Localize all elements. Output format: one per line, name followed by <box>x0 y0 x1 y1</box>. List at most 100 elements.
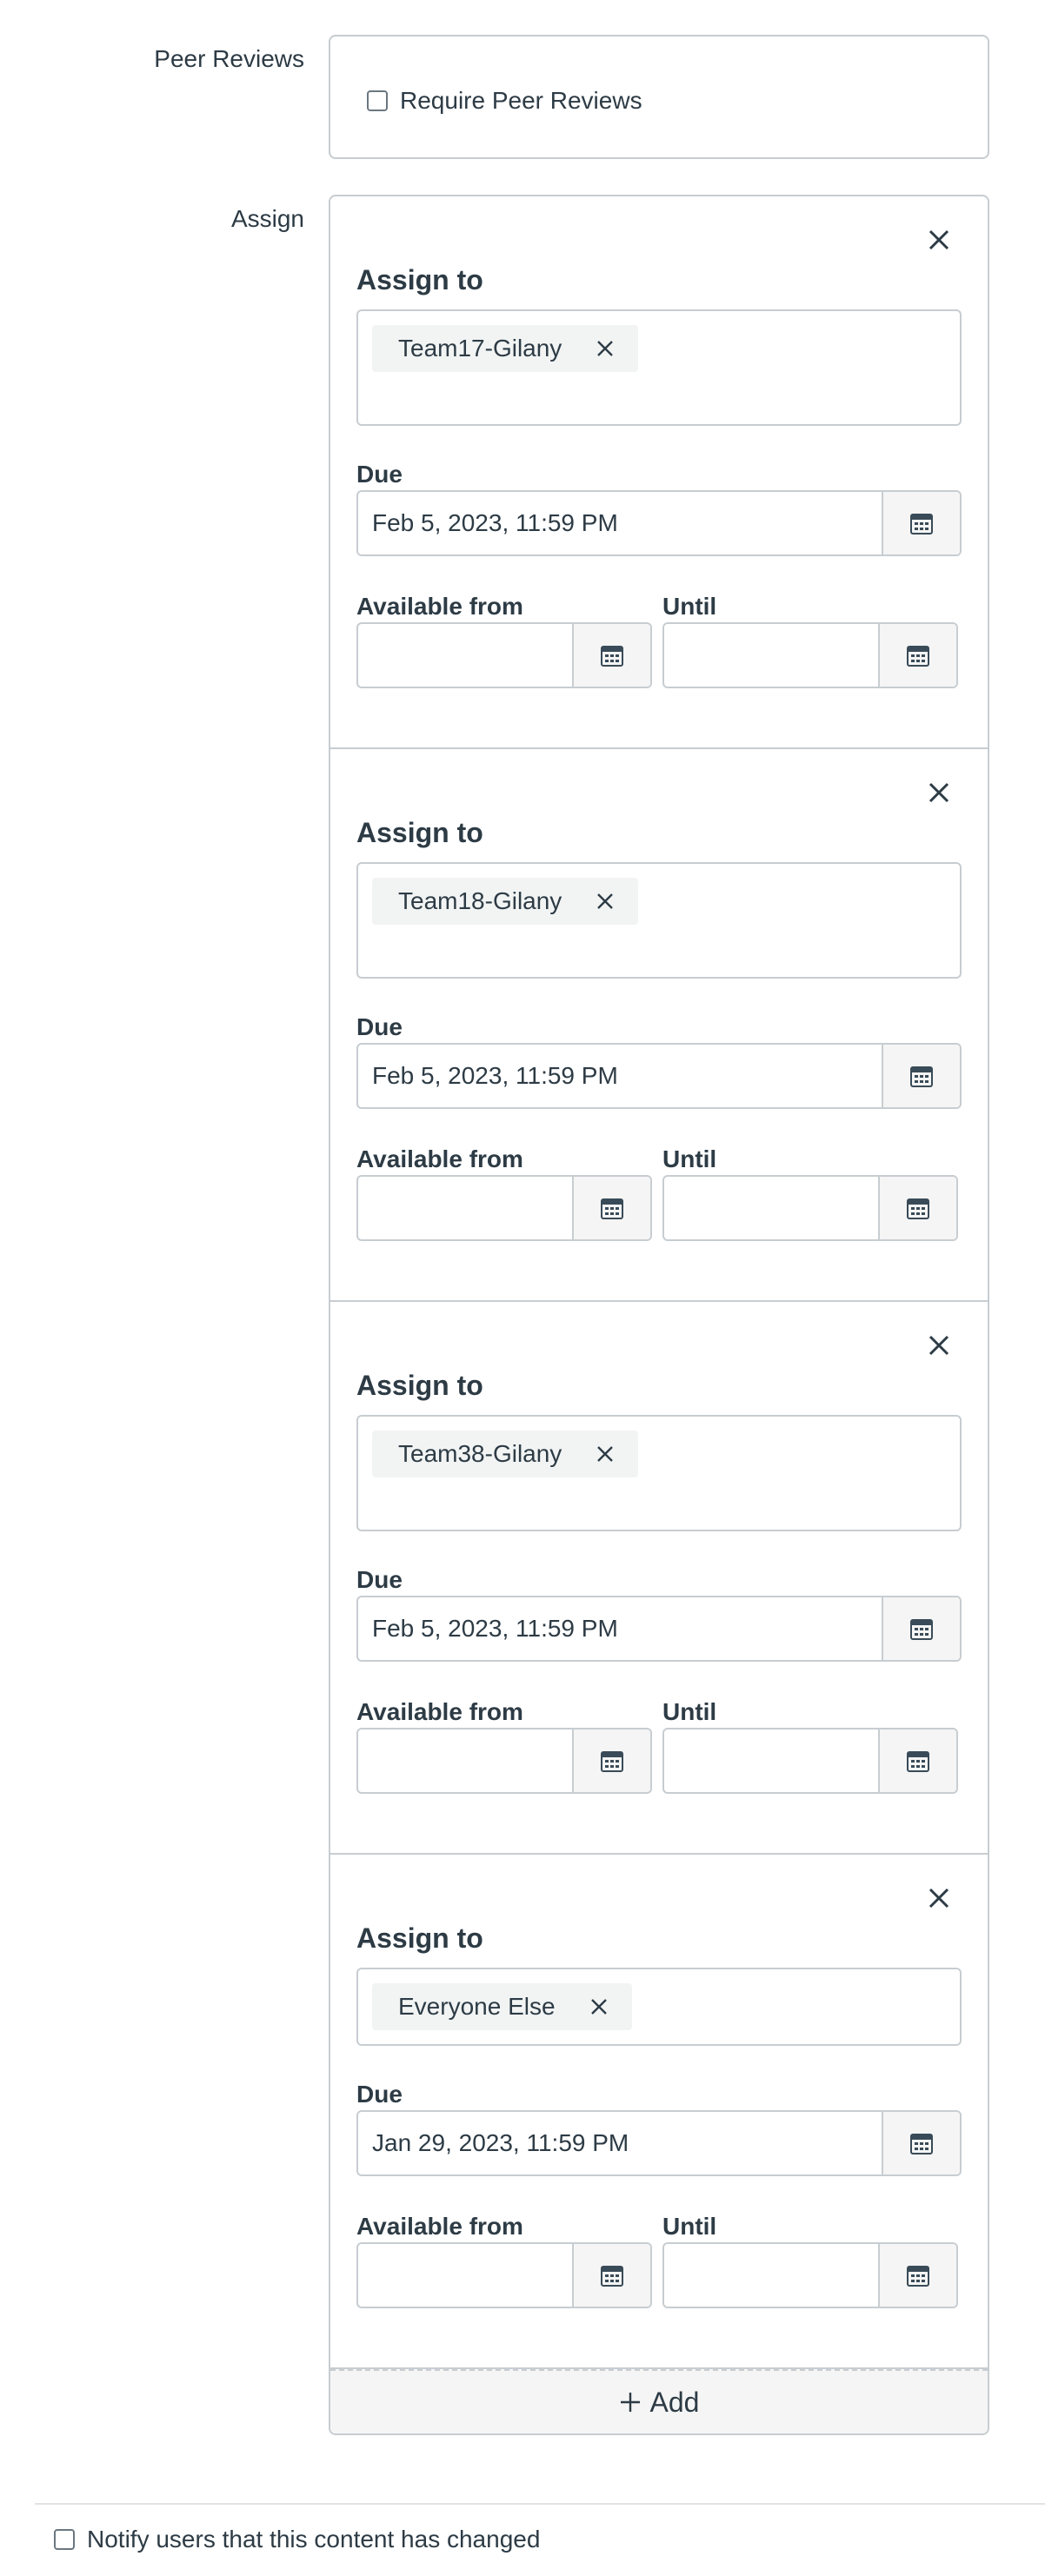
calendar-icon <box>601 2266 623 2287</box>
close-icon <box>929 229 949 250</box>
calendar-icon <box>910 514 933 534</box>
calendar-icon <box>907 646 929 667</box>
assign-to-input[interactable]: Team38-Gilany <box>356 1415 962 1531</box>
due-date-value[interactable]: Jan 29, 2023, 11:59 PM <box>358 2112 882 2174</box>
notify-users-label: Notify users that this content has chang… <box>87 2526 541 2553</box>
available-from-value[interactable] <box>358 1730 572 1792</box>
notify-users-checkbox[interactable]: Notify users that this content has chang… <box>54 2526 540 2553</box>
until-label: Until <box>662 1145 717 1172</box>
peer-reviews-box: Require Peer Reviews <box>329 35 989 159</box>
assign-card: Assign to Team17-Gilany Due Feb 5, 2023,… <box>330 196 988 749</box>
remove-token-icon[interactable] <box>596 893 614 910</box>
until-value[interactable] <box>664 1730 878 1792</box>
available-from-label: Available from <box>356 2213 523 2240</box>
available-from-calendar-button[interactable] <box>572 1730 650 1792</box>
assign-to-title: Assign to <box>356 1922 483 1954</box>
assignee-token: Team17-Gilany <box>372 325 639 372</box>
due-label: Due <box>356 1013 403 1040</box>
due-calendar-button[interactable] <box>882 1045 960 1107</box>
calendar-icon <box>910 1619 933 1640</box>
available-from-value[interactable] <box>358 1177 572 1239</box>
due-date-input[interactable]: Feb 5, 2023, 11:59 PM <box>356 490 962 556</box>
until-value[interactable] <box>664 624 878 687</box>
assign-card: Assign to Team18-Gilany Due Feb 5, 2023,… <box>330 749 988 1302</box>
assign-to-title: Assign to <box>356 264 483 295</box>
add-label: Add <box>649 2386 700 2418</box>
available-from-input[interactable] <box>356 2242 652 2308</box>
assignee-token-label: Team17-Gilany <box>398 335 562 362</box>
until-label: Until <box>662 1698 717 1725</box>
assignee-token-label: Everyone Else <box>398 1993 556 2020</box>
until-input[interactable] <box>662 1175 958 1241</box>
assign-card: Assign to Everyone Else Due Jan 29, 2023… <box>330 1855 988 2369</box>
due-date-input[interactable]: Jan 29, 2023, 11:59 PM <box>356 2110 962 2176</box>
remove-card-button[interactable] <box>922 775 956 810</box>
assign-card: Assign to Team38-Gilany Due Feb 5, 2023,… <box>330 1302 988 1855</box>
available-from-calendar-button[interactable] <box>572 1177 650 1239</box>
until-input[interactable] <box>662 622 958 688</box>
remove-token-icon[interactable] <box>596 1445 614 1463</box>
due-label: Due <box>356 1566 403 1593</box>
close-icon <box>929 782 949 803</box>
checkbox-icon[interactable] <box>367 90 388 111</box>
require-peer-reviews-label: Require Peer Reviews <box>400 87 642 114</box>
remove-card-button[interactable] <box>922 1881 956 1915</box>
calendar-icon <box>910 1066 933 1087</box>
calendar-icon <box>910 2134 933 2154</box>
available-from-input[interactable] <box>356 622 652 688</box>
until-value[interactable] <box>664 2244 878 2307</box>
calendar-icon <box>601 1198 623 1219</box>
assignee-token-label: Team38-Gilany <box>398 1440 562 1467</box>
peer-reviews-label: Peer Reviews <box>154 45 304 72</box>
divider <box>35 2503 1045 2505</box>
calendar-icon <box>601 1751 623 1772</box>
assign-to-title: Assign to <box>356 817 483 848</box>
calendar-icon <box>907 2266 929 2287</box>
due-date-value[interactable]: Feb 5, 2023, 11:59 PM <box>358 1597 882 1660</box>
due-label: Due <box>356 2081 403 2108</box>
assign-to-input[interactable]: Team18-Gilany <box>356 862 962 979</box>
available-from-label: Available from <box>356 1145 523 1172</box>
due-date-value[interactable]: Feb 5, 2023, 11:59 PM <box>358 1045 882 1107</box>
until-input[interactable] <box>662 1728 958 1794</box>
available-from-input[interactable] <box>356 1728 652 1794</box>
due-calendar-button[interactable] <box>882 492 960 554</box>
due-calendar-button[interactable] <box>882 2112 960 2174</box>
until-calendar-button[interactable] <box>878 1730 956 1792</box>
due-date-value[interactable]: Feb 5, 2023, 11:59 PM <box>358 492 882 554</box>
close-icon <box>929 1888 949 1909</box>
checkbox-icon[interactable] <box>54 2529 75 2550</box>
available-from-label: Available from <box>356 593 523 620</box>
available-from-input[interactable] <box>356 1175 652 1241</box>
assign-cards-container: Assign to Team17-Gilany Due Feb 5, 2023,… <box>329 195 989 2435</box>
calendar-icon <box>907 1751 929 1772</box>
calendar-icon <box>601 646 623 667</box>
assignee-token-label: Team18-Gilany <box>398 887 562 914</box>
assignee-token: Team38-Gilany <box>372 1431 639 1477</box>
remove-token-icon[interactable] <box>596 340 614 357</box>
add-assignment-button[interactable]: Add <box>330 2369 988 2433</box>
until-label: Until <box>662 2213 717 2240</box>
until-calendar-button[interactable] <box>878 2244 956 2307</box>
available-from-calendar-button[interactable] <box>572 624 650 687</box>
until-calendar-button[interactable] <box>878 624 956 687</box>
available-from-label: Available from <box>356 1698 523 1725</box>
available-from-value[interactable] <box>358 2244 572 2307</box>
remove-card-button[interactable] <box>922 222 956 257</box>
remove-token-icon[interactable] <box>590 1998 608 2015</box>
until-input[interactable] <box>662 2242 958 2308</box>
assignee-token: Team18-Gilany <box>372 878 639 925</box>
due-date-input[interactable]: Feb 5, 2023, 11:59 PM <box>356 1596 962 1662</box>
available-from-value[interactable] <box>358 624 572 687</box>
available-from-calendar-button[interactable] <box>572 2244 650 2307</box>
due-calendar-button[interactable] <box>882 1597 960 1660</box>
due-date-input[interactable]: Feb 5, 2023, 11:59 PM <box>356 1043 962 1109</box>
assign-label: Assign <box>230 205 304 232</box>
plus-icon <box>620 2393 640 2412</box>
require-peer-reviews-checkbox[interactable]: Require Peer Reviews <box>367 87 642 115</box>
until-calendar-button[interactable] <box>878 1177 956 1239</box>
assign-to-input[interactable]: Everyone Else <box>356 1968 962 2046</box>
remove-card-button[interactable] <box>922 1328 956 1363</box>
assign-to-input[interactable]: Team17-Gilany <box>356 309 962 426</box>
until-value[interactable] <box>664 1177 878 1239</box>
